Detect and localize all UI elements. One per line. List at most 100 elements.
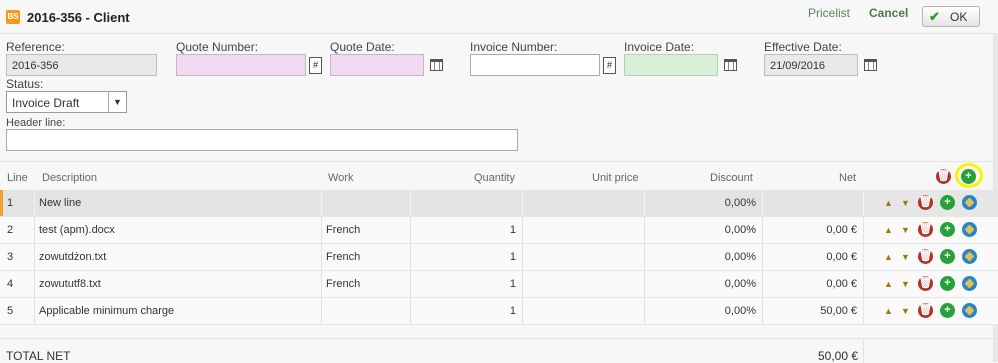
header-line-label: Header line: [6,117,66,129]
cell-discount[interactable]: 0,00% [645,217,763,243]
invoice-number-generate-button[interactable]: # [603,57,616,74]
cell-description[interactable]: New line [35,190,322,216]
delete-all-icon[interactable]: 🗑 [936,169,951,184]
cell-line[interactable]: 3 [3,244,35,270]
cell-quantity[interactable] [411,190,523,216]
cell-line[interactable]: 5 [3,298,35,324]
move-up-icon[interactable]: ▲ [884,306,893,316]
delete-row-icon[interactable]: 🗑 [918,249,933,264]
chevron-down-icon[interactable]: ▼ [108,92,126,112]
table-row[interactable]: 2 test (apm).docx French 1 0,00% 0,00 € ▲ ▼ 🗑 + [0,217,998,244]
add-row-icon[interactable]: + [940,195,955,210]
cell-work[interactable]: French [322,244,411,270]
invoice-number-field[interactable] [470,54,600,76]
cell-line[interactable]: 1 [3,190,35,216]
edit-row-icon[interactable] [962,249,977,264]
cell-discount[interactable]: 0,00% [645,271,763,297]
move-down-icon[interactable]: ▼ [901,279,910,289]
table-row[interactable]: 1 New line 0,00% ▲ ▼ 🗑 + [0,190,998,217]
column-header-net: Net [839,172,857,184]
quote-number-label: Quote Number: [176,40,259,54]
add-row-icon[interactable]: + [940,222,955,237]
edit-row-icon[interactable] [962,195,977,210]
cell-description[interactable]: Applicable minimum charge [35,298,322,324]
cell-net[interactable]: 50,00 € [763,298,864,324]
invoice-date-calendar-icon[interactable] [724,59,737,71]
quote-number-field[interactable] [176,54,306,76]
edit-row-icon[interactable] [962,276,977,291]
cell-unit-price[interactable] [523,271,645,297]
ok-button-label: OK [950,10,968,24]
pricelist-link[interactable]: Pricelist [808,6,850,20]
column-header-line: Line [7,172,28,184]
invoice-date-field[interactable] [624,54,718,76]
add-row-icon[interactable]: + [940,303,955,318]
status-select[interactable]: Invoice Draft ▼ [6,91,127,113]
total-net-row: TOTAL NET 50,00 € [0,338,998,363]
cell-net[interactable] [763,190,864,216]
column-header-quantity: Quantity [474,172,515,184]
cell-unit-price[interactable] [523,190,645,216]
effective-date-calendar-icon[interactable] [864,59,877,71]
cell-unit-price[interactable] [523,217,645,243]
quote-date-calendar-icon[interactable] [430,59,443,71]
checkmark-icon: ✔ [929,9,940,24]
move-down-icon[interactable]: ▼ [901,198,910,208]
cell-net[interactable]: 0,00 € [763,271,864,297]
cell-description[interactable]: test (apm).docx [35,217,322,243]
column-header-work: Work [328,172,354,184]
ok-button[interactable]: ✔ OK [922,6,980,27]
reference-field: 2016-356 [6,54,157,76]
cell-line[interactable]: 4 [3,271,35,297]
cell-quantity[interactable]: 1 [411,271,523,297]
table-row[interactable]: 5 Applicable minimum charge 1 0,00% 50,00 € ▲… [0,298,998,325]
cell-quantity[interactable]: 1 [411,244,523,270]
cell-quantity[interactable]: 1 [411,217,523,243]
move-down-icon[interactable]: ▼ [901,306,910,316]
add-row-icon[interactable]: + [940,276,955,291]
total-net-value: 50,00 € [818,349,859,363]
table-row[interactable]: 3 zowutdżon.txt French 1 0,00% 0,00 € ▲ ▼ 🗑 + [0,244,998,271]
total-net-label: TOTAL NET [6,349,71,363]
column-header-unit-price: Unit price [592,172,639,184]
table-row[interactable]: 4 zowututf8.txt French 1 0,00% 0,00 € ▲ ▼ 🗑 + [0,271,998,298]
cell-net[interactable]: 0,00 € [763,244,864,270]
title-bar: BS 2016-356 - Client Pricelist Cancel ✔ … [0,0,998,34]
delete-row-icon[interactable]: 🗑 [918,276,933,291]
cell-line[interactable]: 2 [3,217,35,243]
move-up-icon[interactable]: ▲ [884,279,893,289]
cell-work[interactable]: French [322,217,411,243]
move-down-icon[interactable]: ▼ [901,225,910,235]
status-label: Status: [6,77,44,91]
cell-work[interactable] [322,190,411,216]
move-down-icon[interactable]: ▼ [901,252,910,262]
window-title: 2016-356 - Client [27,10,130,25]
cell-description[interactable]: zowutdżon.txt [35,244,322,270]
cell-description[interactable]: zowututf8.txt [35,271,322,297]
delete-row-icon[interactable]: 🗑 [918,222,933,237]
status-value: Invoice Draft [12,96,80,110]
add-row-icon[interactable]: + [940,249,955,264]
move-up-icon[interactable]: ▲ [884,225,893,235]
delete-row-icon[interactable]: 🗑 [918,303,933,318]
delete-row-icon[interactable]: 🗑 [918,195,933,210]
quote-date-field[interactable] [330,54,424,76]
cell-work[interactable]: French [322,271,411,297]
cell-unit-price[interactable] [523,298,645,324]
cell-unit-price[interactable] [523,244,645,270]
cell-discount[interactable]: 0,00% [645,298,763,324]
edit-row-icon[interactable] [962,303,977,318]
cell-net[interactable]: 0,00 € [763,217,864,243]
effective-date-label: Effective Date: [764,40,842,54]
header-line-field[interactable] [6,129,518,151]
invoice-date-label: Invoice Date: [624,40,695,54]
edit-row-icon[interactable] [962,222,977,237]
move-up-icon[interactable]: ▲ [884,198,893,208]
cell-quantity[interactable]: 1 [411,298,523,324]
move-up-icon[interactable]: ▲ [884,252,893,262]
cell-work[interactable] [322,298,411,324]
cancel-link[interactable]: Cancel [869,6,908,20]
quote-number-generate-button[interactable]: # [309,57,322,74]
cell-discount[interactable]: 0,00% [645,244,763,270]
cell-discount[interactable]: 0,00% [645,190,763,216]
